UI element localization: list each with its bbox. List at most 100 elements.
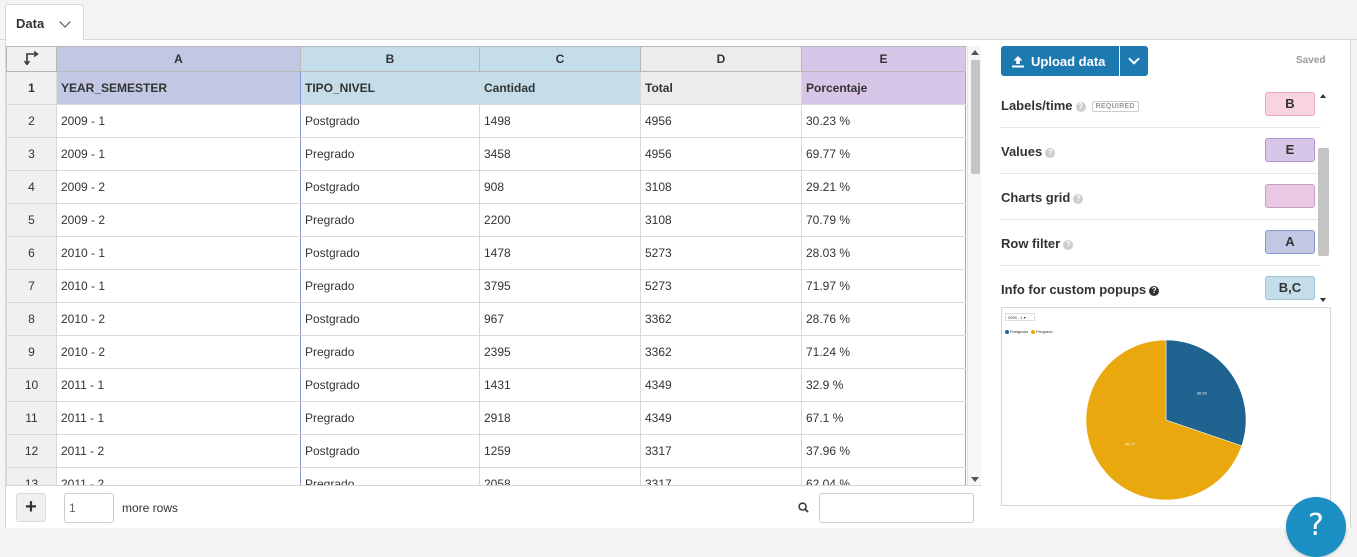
search-input[interactable] — [819, 493, 974, 523]
table-cell[interactable]: 3458 — [479, 137, 641, 171]
table-cell[interactable]: Pregrado — [300, 467, 480, 486]
help-button[interactable]: ? — [1286, 497, 1346, 557]
help-icon[interactable]: ? — [1063, 240, 1074, 250]
scroll-down-icon[interactable] — [971, 477, 979, 482]
table-cell[interactable]: 71.97 % — [801, 269, 966, 303]
table-cell[interactable]: 2009 - 1 — [56, 104, 301, 138]
row-number[interactable]: 9 — [6, 335, 57, 369]
table-cell[interactable]: 62.04 % — [801, 467, 966, 486]
help-icon[interactable]: ? — [1075, 102, 1086, 112]
sheet-scrollbar[interactable] — [967, 46, 981, 486]
table-cell[interactable]: 4956 — [640, 137, 802, 171]
table-cell[interactable]: 908 — [479, 170, 641, 204]
table-cell[interactable]: Postgrado — [300, 302, 480, 336]
row-number[interactable]: 7 — [6, 269, 57, 303]
table-cell[interactable]: 2010 - 2 — [56, 335, 301, 369]
table-cell[interactable]: 28.76 % — [801, 302, 966, 336]
table-cell[interactable]: 32.9 % — [801, 368, 966, 402]
bindings-scrollbar[interactable] — [1318, 88, 1330, 304]
row-number[interactable]: 5 — [6, 203, 57, 237]
table-cell[interactable]: 2395 — [479, 335, 641, 369]
table-cell[interactable]: 967 — [479, 302, 641, 336]
transpose-icon[interactable] — [6, 46, 57, 72]
table-cell[interactable]: 3108 — [640, 203, 802, 237]
table-cell[interactable]: Postgrado — [300, 170, 480, 204]
row-number[interactable]: 10 — [6, 368, 57, 402]
row-number[interactable]: 8 — [6, 302, 57, 336]
help-icon[interactable]: ? — [1045, 148, 1056, 158]
table-cell[interactable]: 2200 — [479, 203, 641, 237]
table-cell[interactable]: 3317 — [640, 434, 802, 468]
table-cell[interactable]: 2918 — [479, 401, 641, 435]
rows-count-input[interactable] — [64, 493, 114, 523]
row-number[interactable]: 1 — [6, 71, 57, 105]
table-cell[interactable]: Pregrado — [300, 335, 480, 369]
table-cell[interactable]: Porcentaje — [801, 71, 966, 105]
row-number[interactable]: 2 — [6, 104, 57, 138]
table-cell[interactable]: 2009 - 2 — [56, 203, 301, 237]
column-chip[interactable]: E — [1265, 138, 1315, 162]
table-cell[interactable]: 2010 - 1 — [56, 269, 301, 303]
table-cell[interactable]: 2058 — [479, 467, 641, 486]
table-cell[interactable]: 3795 — [479, 269, 641, 303]
table-cell[interactable]: 3362 — [640, 335, 802, 369]
table-cell[interactable]: 29.21 % — [801, 170, 966, 204]
table-cell[interactable]: 3317 — [640, 467, 802, 486]
table-cell[interactable]: 1259 — [479, 434, 641, 468]
table-cell[interactable]: 28.03 % — [801, 236, 966, 270]
table-cell[interactable]: 4349 — [640, 368, 802, 402]
column-header-b[interactable]: B — [300, 46, 480, 72]
table-cell[interactable]: 1431 — [479, 368, 641, 402]
row-number[interactable]: 12 — [6, 434, 57, 468]
row-number[interactable]: 3 — [6, 137, 57, 171]
column-header-a[interactable]: A — [56, 46, 301, 72]
table-cell[interactable]: Postgrado — [300, 236, 480, 270]
add-rows-button[interactable]: + — [16, 493, 46, 522]
table-cell[interactable]: 2010 - 2 — [56, 302, 301, 336]
row-number[interactable]: 4 — [6, 170, 57, 204]
help-icon[interactable]: ? — [1073, 194, 1084, 204]
tab-data[interactable]: Data — [5, 4, 84, 41]
table-cell[interactable]: 70.79 % — [801, 203, 966, 237]
table-cell[interactable]: 2011 - 1 — [56, 401, 301, 435]
table-cell[interactable]: 2009 - 2 — [56, 170, 301, 204]
table-cell[interactable]: TIPO_NIVEL — [300, 71, 480, 105]
table-cell[interactable]: 1478 — [479, 236, 641, 270]
table-cell[interactable]: 2011 - 2 — [56, 434, 301, 468]
table-cell[interactable]: 2010 - 1 — [56, 236, 301, 270]
table-cell[interactable]: 67.1 % — [801, 401, 966, 435]
row-number[interactable]: 6 — [6, 236, 57, 270]
table-cell[interactable]: 4956 — [640, 104, 802, 138]
table-cell[interactable]: 5273 — [640, 269, 802, 303]
column-chip[interactable]: B,C — [1265, 276, 1315, 300]
table-cell[interactable]: Pregrado — [300, 401, 480, 435]
table-cell[interactable]: 71.24 % — [801, 335, 966, 369]
table-cell[interactable]: 4349 — [640, 401, 802, 435]
scroll-up-icon[interactable] — [971, 50, 979, 55]
table-cell[interactable]: Cantidad — [479, 71, 641, 105]
table-cell[interactable]: 2011 - 1 — [56, 368, 301, 402]
scroll-up-icon[interactable] — [1320, 94, 1326, 98]
upload-data-button[interactable]: Upload data — [1001, 46, 1119, 76]
column-chip[interactable]: B — [1265, 92, 1315, 116]
table-cell[interactable]: YEAR_SEMESTER — [56, 71, 301, 105]
table-cell[interactable]: Postgrado — [300, 368, 480, 402]
table-cell[interactable]: Pregrado — [300, 269, 480, 303]
table-cell[interactable]: 1498 — [479, 104, 641, 138]
table-cell[interactable]: 2011 - 2 — [56, 467, 301, 486]
help-icon[interactable]: ? — [1149, 286, 1160, 296]
column-chip[interactable] — [1265, 184, 1315, 208]
chevron-down-icon[interactable] — [59, 16, 71, 28]
upload-options-button[interactable] — [1120, 46, 1148, 76]
column-header-c[interactable]: C — [479, 46, 641, 72]
row-number[interactable]: 13 — [6, 467, 57, 486]
scroll-down-icon[interactable] — [1320, 298, 1326, 302]
table-cell[interactable]: Pregrado — [300, 203, 480, 237]
table-cell[interactable]: 37.96 % — [801, 434, 966, 468]
table-cell[interactable]: 69.77 % — [801, 137, 966, 171]
table-cell[interactable]: Total — [640, 71, 802, 105]
scroll-thumb[interactable] — [971, 60, 980, 174]
column-chip[interactable]: A — [1265, 230, 1315, 254]
row-number[interactable]: 11 — [6, 401, 57, 435]
table-cell[interactable]: 3362 — [640, 302, 802, 336]
